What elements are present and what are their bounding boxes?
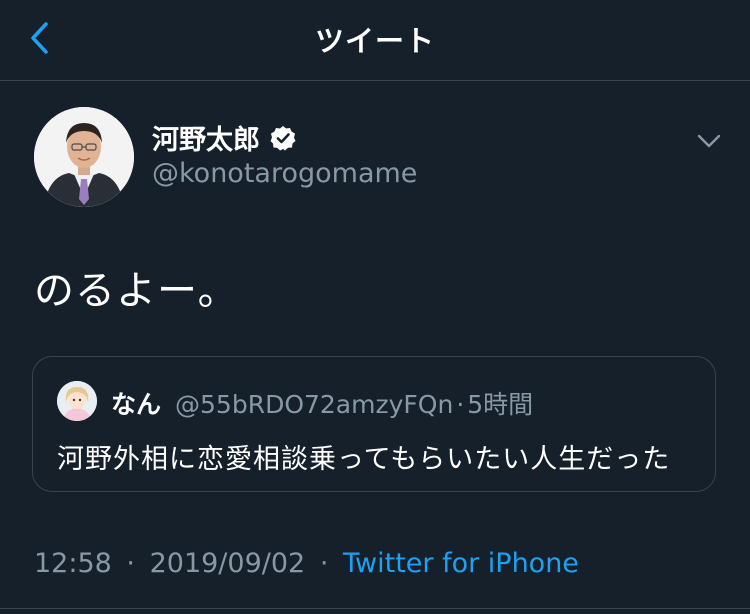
- meta-separator-2: ·: [319, 548, 329, 579]
- quoted-display-name: なん: [111, 390, 162, 419]
- quoted-timestamp: 5時間: [467, 390, 534, 419]
- author-handle[interactable]: @konotarogomame: [152, 158, 417, 189]
- quoted-separator: ·: [456, 390, 465, 419]
- quoted-tweet[interactable]: なん @55bRDO72amzyFQn · 5時間 河野外相に恋愛相談乗ってもら…: [32, 356, 716, 492]
- quoted-author-avatar: [57, 381, 97, 421]
- quoted-text: 河野外相に恋愛相談乗ってもらいたい人生だった: [57, 444, 671, 475]
- tweet-date: 2019/09/02: [149, 548, 306, 579]
- author-name-row: 河野太郎: [152, 118, 296, 157]
- tweet-time: 12:58: [34, 548, 112, 579]
- quoted-handle: @55bRDO72amzyFQn: [175, 390, 454, 419]
- divider: [0, 608, 750, 609]
- quoted-header: なん @55bRDO72amzyFQn · 5時間: [111, 385, 533, 421]
- tweet-source-link[interactable]: Twitter for iPhone: [343, 548, 579, 579]
- tweet-text: のるよー。: [34, 268, 239, 314]
- quoted-avatar-image: [57, 381, 97, 421]
- top-nav-bar: ツイート: [0, 0, 750, 81]
- avatar-image: [34, 107, 134, 207]
- author-avatar[interactable]: [34, 107, 134, 207]
- verified-badge-icon: [270, 125, 296, 150]
- tweet-meta: 12:58 · 2019/09/02 · Twitter for iPhone: [34, 548, 579, 579]
- author-display-name[interactable]: 河野太郎: [152, 118, 260, 157]
- meta-separator: ·: [126, 548, 135, 579]
- chevron-down-icon[interactable]: [692, 124, 726, 158]
- page-title: ツイート: [314, 24, 435, 58]
